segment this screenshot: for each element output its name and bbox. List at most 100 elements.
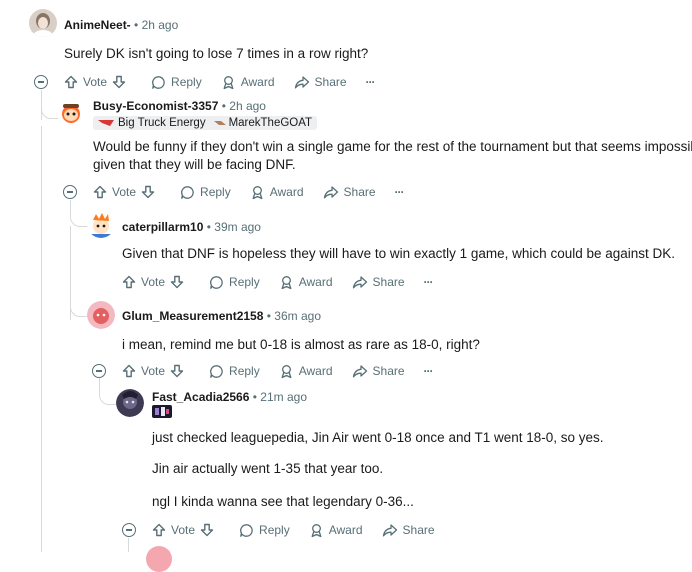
reply-button[interactable]: Reply <box>151 75 202 90</box>
downvote-icon[interactable] <box>200 523 214 537</box>
more-icon: ··· <box>394 185 405 199</box>
collapse-thread-button[interactable] <box>122 523 136 537</box>
collapse-thread-button[interactable] <box>92 364 106 378</box>
comment-actions: Vote Reply Award Share <box>152 520 454 540</box>
award-icon <box>252 185 263 199</box>
flair-logo-icon <box>213 121 226 125</box>
comment-text: Given that DNF is hopeless they will hav… <box>122 246 676 261</box>
vote-control: Vote <box>93 185 155 199</box>
author-name[interactable]: caterpillarm10 <box>122 220 203 234</box>
comment-text: Jin air actually went 1-35 that year too… <box>152 461 384 476</box>
award-button[interactable]: Award <box>279 364 333 379</box>
share-button[interactable]: Share <box>323 185 376 200</box>
vote-label: Vote <box>83 75 108 89</box>
avatar[interactable] <box>57 99 85 127</box>
reply-icon <box>210 364 223 378</box>
reply-button[interactable]: Reply <box>209 364 260 379</box>
flair-icon <box>152 405 172 418</box>
thread-line <box>99 378 100 393</box>
comment-header: Busy-Economist-3357 • 2h ago <box>93 99 266 113</box>
user-flair: Big Truck Energy MarekTheGOAT <box>93 116 318 130</box>
avatar[interactable] <box>146 546 172 572</box>
vote-label: Vote <box>141 275 166 289</box>
vote-control: Vote <box>64 75 126 89</box>
timestamp[interactable]: 2h ago <box>142 18 179 32</box>
more-options-button[interactable]: ··· <box>424 364 434 378</box>
separator: • <box>266 309 271 323</box>
reply-label: Reply <box>200 185 231 199</box>
avatar[interactable] <box>87 301 115 329</box>
reply-label: Reply <box>229 364 260 378</box>
award-button[interactable]: Award <box>221 75 275 90</box>
timestamp[interactable]: 21m ago <box>260 390 307 404</box>
comment-text: just checked leaguepedia, Jin Air went 0… <box>152 430 604 445</box>
timestamp[interactable]: 39m ago <box>214 220 261 234</box>
more-options-button[interactable]: ··· <box>394 185 405 199</box>
reply-label: Reply <box>259 523 290 537</box>
collapse-thread-button[interactable] <box>34 75 48 89</box>
author-name[interactable]: Busy-Economist-3357 <box>93 99 218 113</box>
share-button[interactable]: Share <box>352 275 405 290</box>
separator: • <box>221 99 226 113</box>
reply-button[interactable]: Reply <box>209 275 260 290</box>
separator: • <box>206 220 211 234</box>
upvote-icon[interactable] <box>122 364 136 378</box>
downvote-icon[interactable] <box>141 185 155 199</box>
collapse-thread-button[interactable] <box>63 185 77 199</box>
avatar[interactable] <box>116 389 144 417</box>
separator: • <box>134 18 139 32</box>
comment-text: Would be funny if they don't win a singl… <box>93 139 692 154</box>
upvote-icon[interactable] <box>64 75 78 89</box>
reply-icon <box>181 185 194 199</box>
reply-label: Reply <box>229 275 260 289</box>
flair-text: Big Truck Energy <box>118 117 206 129</box>
award-icon <box>281 275 292 289</box>
share-label: Share <box>402 523 435 537</box>
author-name[interactable]: Glum_Measurement2158 <box>122 309 263 323</box>
vote-control: Vote <box>122 364 184 378</box>
author-name[interactable]: AnimeNeet- <box>64 18 131 32</box>
award-button[interactable]: Award <box>279 275 333 290</box>
vote-label: Vote <box>171 523 196 537</box>
award-icon <box>311 523 322 537</box>
share-icon <box>382 523 397 536</box>
timestamp[interactable]: 2h ago <box>229 99 266 113</box>
award-label: Award <box>298 275 333 289</box>
comment-text: Surely DK isn't going to lose 7 times in… <box>64 46 369 61</box>
thread-line <box>41 90 42 120</box>
more-options-button[interactable]: ··· <box>365 75 376 89</box>
avatar[interactable] <box>29 9 57 37</box>
upvote-icon[interactable] <box>122 275 136 289</box>
share-icon <box>352 275 367 288</box>
downvote-icon[interactable] <box>170 364 184 378</box>
award-button[interactable]: Award <box>250 185 304 200</box>
avatar[interactable] <box>87 210 115 238</box>
share-button[interactable]: Share <box>294 75 347 90</box>
reply-button[interactable]: Reply <box>239 523 290 538</box>
reply-icon <box>240 523 253 537</box>
share-button[interactable]: Share <box>352 364 405 379</box>
vote-control: Vote <box>152 523 214 537</box>
downvote-icon[interactable] <box>170 275 184 289</box>
flair-text: MarekTheGOAT <box>228 117 313 129</box>
upvote-icon[interactable] <box>152 523 166 537</box>
more-icon: ··· <box>365 75 376 89</box>
share-label: Share <box>343 185 376 199</box>
comment-actions: Vote Reply Award Share ··· <box>93 182 423 202</box>
award-label: Award <box>240 75 275 89</box>
share-label: Share <box>372 275 405 289</box>
share-button[interactable]: Share <box>382 523 435 538</box>
award-button[interactable]: Award <box>309 523 363 538</box>
share-label: Share <box>314 75 347 89</box>
timestamp[interactable]: 36m ago <box>274 309 321 323</box>
reply-label: Reply <box>171 75 202 89</box>
downvote-icon[interactable] <box>112 75 126 89</box>
upvote-icon[interactable] <box>93 185 107 199</box>
share-icon <box>323 185 338 198</box>
more-options-button[interactable]: ··· <box>424 275 434 289</box>
reply-button[interactable]: Reply <box>180 185 231 200</box>
author-name[interactable]: Fast_Acadia2566 <box>152 390 249 404</box>
comment-actions: Vote Reply Award Share ··· <box>122 272 452 292</box>
award-label: Award <box>298 364 333 378</box>
comment-header: AnimeNeet- • 2h ago <box>64 18 178 32</box>
